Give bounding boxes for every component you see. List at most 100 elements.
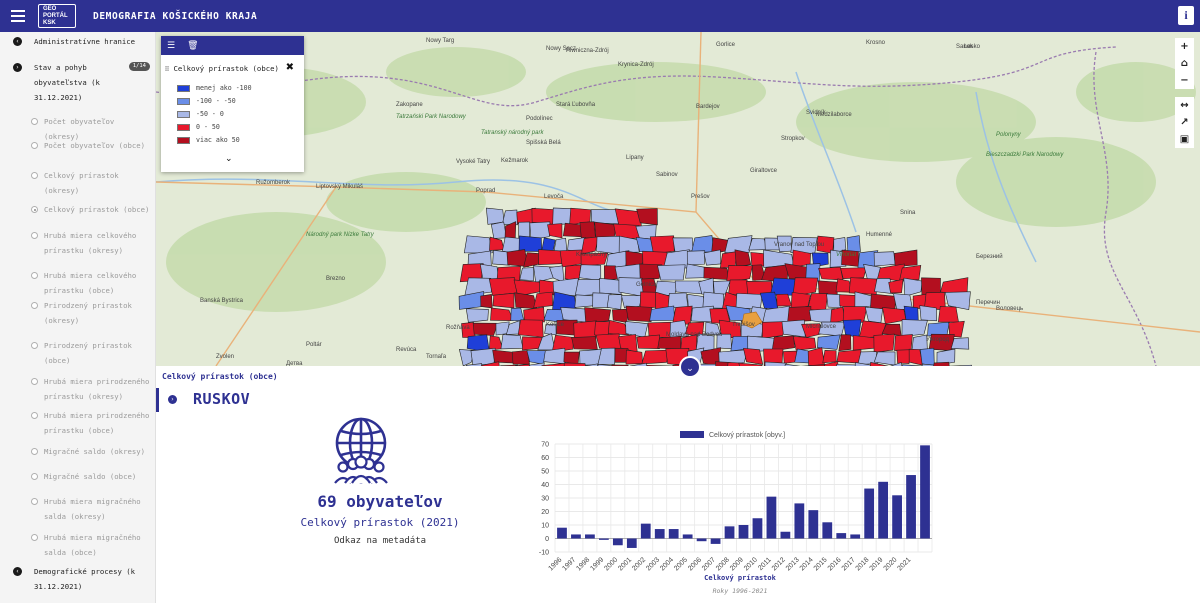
- municipality-polygon[interactable]: [672, 237, 694, 253]
- municipality-polygon[interactable]: [529, 221, 551, 240]
- collapse-panel-button[interactable]: ⌄: [679, 356, 701, 378]
- municipality-polygon[interactable]: [563, 362, 588, 366]
- municipality-polygon[interactable]: [649, 235, 675, 254]
- municipality-polygon[interactable]: [735, 293, 763, 310]
- layer-radio[interactable]: [31, 342, 38, 349]
- municipality-polygon[interactable]: [599, 278, 622, 295]
- list-icon[interactable]: ☰: [167, 41, 175, 51]
- municipality-polygon[interactable]: [590, 209, 620, 225]
- municipality-polygon[interactable]: [636, 334, 660, 349]
- layer-radio[interactable]: [31, 498, 38, 505]
- municipality-polygon[interactable]: [787, 306, 812, 323]
- municipality-polygon[interactable]: [573, 320, 597, 339]
- municipality-polygon[interactable]: [485, 207, 505, 225]
- municipality-polygon[interactable]: [611, 364, 629, 366]
- municipality-polygon[interactable]: [781, 319, 806, 338]
- chevron-right-icon[interactable]: ›: [168, 395, 177, 404]
- municipality-polygon[interactable]: [919, 347, 935, 366]
- layer-radio[interactable]: [31, 378, 38, 385]
- municipality-polygon[interactable]: [571, 336, 598, 350]
- municipality-polygon[interactable]: [625, 349, 643, 365]
- chevron-right-icon[interactable]: ‹: [13, 37, 22, 46]
- chevron-right-icon[interactable]: ‹: [13, 567, 22, 576]
- layer-radio[interactable]: [31, 206, 38, 213]
- municipality-polygon[interactable]: [896, 349, 911, 364]
- municipality-polygon[interactable]: [938, 305, 959, 323]
- chevron-down-icon[interactable]: ›: [13, 63, 22, 72]
- municipality-polygon[interactable]: [873, 251, 896, 267]
- municipality-polygon[interactable]: [578, 264, 602, 281]
- sidebar-layer-item[interactable]: Hrubá miera migračného salda (obce): [0, 530, 155, 560]
- municipality-polygon[interactable]: [950, 337, 970, 350]
- measure-button[interactable]: ↔: [1175, 97, 1194, 114]
- municipality-polygon[interactable]: [667, 292, 689, 309]
- sidebar-layer-item[interactable]: Hrubá miera migračného salda (okresy): [0, 494, 155, 524]
- municipality-polygon[interactable]: [552, 207, 573, 225]
- municipality-polygon[interactable]: [492, 292, 515, 309]
- municipality-polygon[interactable]: [848, 277, 877, 295]
- municipality-polygon[interactable]: [488, 277, 518, 296]
- sidebar-layer-item[interactable]: Hrubá miera celkového prírastku (okresy): [0, 228, 155, 258]
- municipality-polygon[interactable]: [541, 237, 556, 252]
- municipality-polygon[interactable]: [901, 319, 928, 337]
- home-button[interactable]: ⌂: [1175, 55, 1194, 72]
- municipality-polygon[interactable]: [657, 335, 682, 350]
- municipality-polygon[interactable]: [792, 335, 817, 351]
- municipality-polygon[interactable]: [932, 361, 951, 366]
- municipality-polygon[interactable]: [724, 235, 753, 253]
- image-export-button[interactable]: ▣: [1175, 131, 1194, 148]
- zoom-out-button[interactable]: −: [1175, 72, 1194, 89]
- layer-radio[interactable]: [31, 534, 38, 541]
- municipality-polygon[interactable]: [836, 349, 862, 364]
- municipality-polygon[interactable]: [703, 266, 730, 280]
- layer-radio[interactable]: [31, 302, 38, 309]
- municipality-polygon[interactable]: [840, 267, 867, 280]
- share-button[interactable]: ↗: [1175, 114, 1194, 131]
- close-icon[interactable]: ✖: [286, 62, 294, 73]
- layer-radio[interactable]: [31, 142, 38, 149]
- municipality-polygon[interactable]: [838, 334, 852, 352]
- map-canvas[interactable]: [156, 32, 1200, 366]
- municipality-polygon[interactable]: [657, 264, 686, 281]
- municipality-polygon[interactable]: [919, 305, 937, 322]
- municipality-polygon[interactable]: [822, 350, 837, 364]
- hamburger-icon[interactable]: [11, 10, 25, 22]
- sidebar-layer-item[interactable]: Celkový prírastok (okresy): [0, 168, 155, 198]
- municipality-polygon[interactable]: [500, 334, 524, 350]
- municipality-polygon[interactable]: [533, 291, 554, 309]
- sidebar-layer-item[interactable]: Migračné saldo (okresy): [0, 444, 155, 459]
- layer-radio[interactable]: [31, 172, 38, 179]
- municipality-polygon[interactable]: [543, 347, 567, 365]
- zoom-in-button[interactable]: +: [1175, 38, 1194, 55]
- municipality-polygon[interactable]: [465, 308, 489, 323]
- municipality-polygon[interactable]: [492, 349, 515, 364]
- sidebar-layer-item[interactable]: Hrubá miera prirodzeného prírastku (okre…: [0, 374, 155, 404]
- sidebar-layer-item[interactable]: Prirodzený prírastok (okresy): [0, 298, 155, 328]
- municipality-polygon[interactable]: [518, 235, 543, 252]
- municipality-polygon[interactable]: [702, 291, 725, 309]
- municipality-polygon[interactable]: [927, 321, 950, 337]
- municipality-polygon[interactable]: [625, 305, 653, 322]
- layer-radio[interactable]: [31, 412, 38, 419]
- municipality-polygon[interactable]: [519, 267, 534, 281]
- municipality-polygon[interactable]: [584, 307, 611, 324]
- municipality-polygon[interactable]: [547, 223, 563, 239]
- municipality-polygon[interactable]: [517, 319, 544, 338]
- sidebar-layer-item[interactable]: Počet obyvateľov (obce): [0, 138, 155, 153]
- sidebar-layer-item[interactable]: Celkový prírastok (obce): [0, 202, 155, 217]
- municipality-polygon[interactable]: [472, 322, 499, 336]
- municipality-polygon[interactable]: [817, 280, 838, 296]
- layer-radio[interactable]: [31, 448, 38, 455]
- sidebar-layer-item[interactable]: Hrubá miera celkového prírastku (obce): [0, 268, 155, 298]
- municipality-polygon[interactable]: [606, 294, 623, 310]
- municipality-polygon[interactable]: [826, 293, 842, 309]
- sidebar-group[interactable]: ‹ Administratívne hranice: [0, 34, 155, 49]
- sidebar-group[interactable]: › Stav a pohyb obyvateľstva (k 31.12.2021…: [0, 60, 155, 105]
- municipality-polygon[interactable]: [612, 308, 630, 323]
- info-button[interactable]: i: [1178, 6, 1194, 25]
- municipality-polygon[interactable]: [511, 350, 530, 365]
- municipality-polygon[interactable]: [686, 250, 706, 266]
- municipality-polygon[interactable]: [873, 333, 895, 353]
- municipality-polygon[interactable]: [579, 221, 596, 239]
- municipality-polygon[interactable]: [899, 264, 922, 281]
